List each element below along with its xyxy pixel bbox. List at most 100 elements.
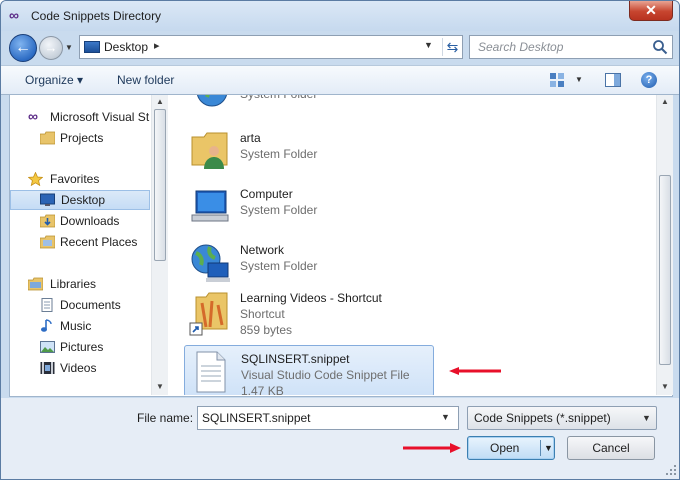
- sidebar-item-label: Videos: [60, 361, 97, 375]
- desktop-icon: [84, 41, 100, 53]
- file-type: System Folder: [240, 259, 318, 273]
- file-name-label: File name:: [137, 411, 194, 425]
- recent-places-icon: [40, 235, 55, 249]
- sidebar-item-label: Libraries: [50, 277, 97, 291]
- recent-locations-dropdown[interactable]: ▼: [65, 44, 75, 52]
- documents-icon: [41, 298, 53, 312]
- file-type: System Folder: [240, 95, 317, 101]
- file-item-network[interactable]: Network System Folder: [184, 237, 434, 289]
- refresh-button[interactable]: ⇆: [442, 38, 462, 56]
- file-size: 1.47 KB: [241, 384, 284, 395]
- shortcut-folder-icon: [189, 292, 228, 336]
- file-type-select[interactable]: Code Snippets (*.snippet) ▼: [467, 406, 657, 430]
- sidebar-item-recent-places[interactable]: Recent Places: [10, 232, 150, 252]
- network-icon: [191, 244, 230, 282]
- file-item-arta[interactable]: arta System Folder: [184, 125, 434, 177]
- change-view-icon[interactable]: [549, 72, 565, 88]
- chevron-right-icon[interactable]: ▸: [154, 39, 160, 52]
- search-icon[interactable]: [652, 39, 668, 55]
- annotation-arrow-icon: [403, 443, 461, 453]
- file-list: System Folder arta System Folder Compute…: [170, 95, 654, 395]
- file-type-selected: Code Snippets (*.snippet): [474, 411, 611, 425]
- sidebar-item-projects[interactable]: Projects: [10, 128, 150, 148]
- videos-icon: [40, 362, 55, 374]
- sidebar-item-label: Microsoft Visual St: [50, 110, 150, 124]
- search-placeholder: Search Desktop: [478, 40, 564, 54]
- resize-grip-icon[interactable]: [665, 464, 677, 476]
- view-options-dropdown[interactable]: ▼: [575, 75, 583, 84]
- sidebar-item-favorites[interactable]: Favorites: [10, 169, 150, 189]
- sidebar-item-label: Music: [60, 319, 92, 333]
- window-title: Code Snippets Directory: [31, 9, 162, 23]
- annotation-arrow-icon: [449, 367, 501, 375]
- scrollbar-thumb[interactable]: [154, 109, 166, 261]
- close-button[interactable]: ✕: [629, 1, 673, 21]
- scroll-down-arrow[interactable]: ▼: [155, 382, 165, 392]
- navigation-pane-scrollbar[interactable]: ▲ ▼: [151, 95, 168, 395]
- sidebar-item-music[interactable]: Music: [10, 316, 150, 336]
- address-bar[interactable]: Desktop ▸ ▼ ⇆: [79, 35, 463, 59]
- sidebar-item-visual-studio[interactable]: ∞ Microsoft Visual St: [10, 107, 150, 127]
- split-divider: [540, 440, 541, 456]
- computer-icon: [191, 190, 229, 222]
- scroll-up-arrow[interactable]: ▲: [660, 97, 670, 107]
- sidebar-item-videos[interactable]: Videos: [10, 358, 150, 378]
- sidebar-item-label: Desktop: [61, 193, 106, 207]
- sidebar-item-pictures[interactable]: Pictures: [10, 337, 150, 357]
- scroll-up-arrow[interactable]: ▲: [155, 97, 165, 107]
- vs-infinity-icon: ∞: [9, 7, 19, 23]
- sidebar-item-label: Pictures: [60, 340, 104, 354]
- file-list-scrollbar[interactable]: ▲ ▼: [656, 95, 673, 395]
- open-button[interactable]: Open ▼: [467, 436, 555, 460]
- forward-button[interactable]: →: [39, 36, 63, 60]
- file-item-libraries[interactable]: System Folder: [184, 95, 434, 117]
- file-type: System Folder: [240, 147, 318, 161]
- cancel-button[interactable]: Cancel: [567, 436, 655, 460]
- file-item-sqlinsert[interactable]: SQLINSERT.snippet Visual Studio Code Sni…: [184, 345, 434, 395]
- scroll-down-arrow[interactable]: ▼: [660, 382, 670, 392]
- sidebar-item-downloads[interactable]: Downloads: [10, 211, 150, 231]
- file-name-dropdown[interactable]: ▼: [441, 412, 450, 422]
- vs-infinity-icon: ∞: [28, 108, 38, 124]
- sidebar-item-label: Documents: [60, 298, 121, 312]
- file-name-input[interactable]: [197, 406, 459, 430]
- organize-button[interactable]: Organize ▾: [25, 73, 83, 87]
- file-name: SQLINSERT.snippet: [241, 352, 350, 366]
- file-type: System Folder: [240, 203, 318, 217]
- new-folder-button[interactable]: New folder: [117, 73, 174, 87]
- file-name: Computer: [240, 187, 293, 201]
- sidebar-item-label: Recent Places: [60, 235, 138, 249]
- file-name: Network: [240, 243, 285, 257]
- sidebar-item-desktop[interactable]: Desktop: [10, 190, 150, 210]
- file-type: Visual Studio Code Snippet File: [241, 368, 410, 382]
- file-item-learning-videos[interactable]: Learning Videos - Shortcut Shortcut 859 …: [184, 285, 434, 337]
- sidebar-item-libraries[interactable]: Libraries: [10, 274, 150, 294]
- user-folder-icon: [191, 132, 228, 169]
- libraries-icon: [28, 277, 43, 291]
- desktop-icon: [40, 193, 55, 206]
- back-button[interactable]: ←: [9, 34, 37, 62]
- scrollbar-thumb[interactable]: [659, 175, 671, 365]
- open-button-label: Open: [490, 441, 520, 455]
- open-options-dropdown[interactable]: ▼: [544, 443, 553, 453]
- file-type: Shortcut: [240, 307, 285, 321]
- preview-pane-icon[interactable]: [605, 73, 621, 87]
- music-icon: [41, 319, 52, 332]
- pictures-icon: [40, 341, 55, 353]
- search-input[interactable]: Search Desktop: [469, 35, 673, 59]
- navigation-pane: ∞ Microsoft Visual St Projects Favorites…: [10, 95, 150, 395]
- address-dropdown[interactable]: ▼: [424, 40, 433, 50]
- sidebar-item-label: Downloads: [60, 214, 120, 228]
- libraries-globe-icon: [197, 95, 227, 107]
- command-toolbar: Organize ▾ New folder ▼ ?: [1, 65, 679, 95]
- file-size: 859 bytes: [240, 323, 293, 337]
- folder-icon: [40, 131, 55, 145]
- sidebar-item-label: Favorites: [50, 172, 100, 186]
- help-icon[interactable]: ?: [641, 72, 657, 88]
- file-name: Learning Videos - Shortcut: [240, 291, 382, 305]
- address-location[interactable]: Desktop: [104, 40, 148, 54]
- sidebar-item-documents[interactable]: Documents: [10, 295, 150, 315]
- chevron-down-icon: ▼: [642, 413, 651, 423]
- file-name: arta: [240, 131, 261, 145]
- file-item-computer[interactable]: Computer System Folder: [184, 181, 434, 233]
